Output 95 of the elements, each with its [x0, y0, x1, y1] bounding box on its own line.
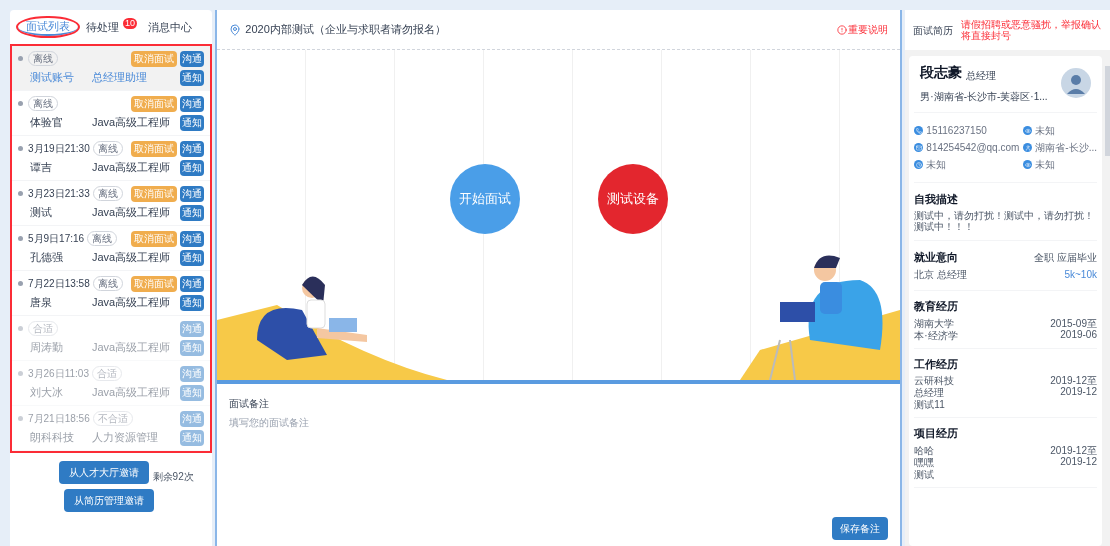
- end-date: 2019-12: [1060, 455, 1097, 467]
- entry-detail: 湖南大学: [914, 317, 956, 329]
- section-title: 项目经历: [914, 426, 960, 441]
- contact-info: 未知: [926, 158, 947, 172]
- section-title: 教育经历: [914, 299, 960, 314]
- section-title: 工作经历: [914, 356, 960, 372]
- position-name: Java高级工程师: [92, 115, 171, 131]
- save-notes-button[interactable]: 保存备注: [832, 517, 889, 540]
- candidate-name: 刘大冰: [30, 385, 64, 401]
- position-name: 总经理助理: [92, 70, 147, 86]
- notes-field[interactable]: 填写您的面试备注: [229, 415, 889, 517]
- end-date: 2019-06: [1060, 328, 1097, 340]
- interview-time: 7月22日13:58: [28, 277, 90, 291]
- entry-detail: 云研科技: [914, 375, 955, 386]
- notify-button[interactable]: 通知: [180, 249, 205, 266]
- contact-info: 814254542@qq.com: [926, 141, 1020, 155]
- position-name: 人力资源管理: [92, 430, 158, 446]
- tab[interactable]: 面试列表: [18, 17, 78, 37]
- chat-button[interactable]: 沟通: [180, 185, 205, 202]
- interview-time: 3月23日21:33: [28, 187, 90, 201]
- test-device-button[interactable]: 测试设备: [597, 164, 668, 234]
- notes-label: 面试备注: [229, 397, 271, 411]
- phone-icon: [914, 126, 924, 135]
- invite-hall-button[interactable]: 从人才大厅邀请: [58, 461, 149, 484]
- warning-text: 请假招聘或恶意骚扰，举报确认将直接封号: [961, 19, 1102, 41]
- entry-detail: 测试11: [914, 399, 946, 410]
- interview-time: 3月19日21:30: [28, 142, 90, 156]
- mail-icon: [914, 143, 924, 152]
- candidate-name: 段志豪: [920, 63, 963, 82]
- start-interview-button[interactable]: 开始面试: [449, 164, 520, 234]
- entry-detail: 哈哈: [914, 444, 935, 456]
- chat-button[interactable]: 沟通: [180, 230, 205, 247]
- candidate-name: 谭吉: [30, 160, 53, 176]
- entry-detail: 测试: [914, 468, 935, 480]
- contact-info: 未知: [1035, 124, 1056, 138]
- job-type: 全职 应届毕业: [1034, 251, 1097, 265]
- avatar-icon: [1061, 68, 1091, 98]
- count-badge: 10: [123, 17, 137, 29]
- position-name: Java高级工程师: [92, 295, 171, 311]
- start-date: 2019-12至: [1050, 375, 1097, 386]
- candidate-name: 朗科科技: [30, 430, 75, 446]
- entry-detail: 总经理: [914, 387, 946, 398]
- notify-button[interactable]: 通知: [180, 294, 205, 311]
- contact-info: 湖南省-长沙...: [1035, 141, 1097, 155]
- tab[interactable]: 消息中心: [144, 18, 197, 36]
- contact-info: 15116237150: [926, 124, 987, 138]
- scrollbar[interactable]: [1105, 66, 1110, 156]
- invite-resume-button[interactable]: 从简历管理邀请: [63, 489, 154, 512]
- user-icon: [1023, 143, 1033, 152]
- candidate-name: 周涛勤: [30, 340, 64, 356]
- notify-button[interactable]: 通知: [180, 69, 205, 86]
- candidate-name: 测试账号: [30, 70, 75, 86]
- eye-icon: [1023, 160, 1033, 169]
- eye-icon: [1023, 126, 1033, 135]
- candidate-role: 总经理: [966, 69, 997, 83]
- chat-button[interactable]: 沟通: [180, 275, 205, 292]
- candidate-name: 孔德强: [30, 250, 64, 266]
- chat-button[interactable]: 沟通: [180, 95, 205, 112]
- warning-icon: [837, 24, 848, 35]
- candidate-name: 体验官: [30, 115, 64, 131]
- position-name: Java高级工程师: [92, 385, 171, 401]
- entry-detail: 嘿嘿: [914, 456, 935, 468]
- notify-button[interactable]: 通知: [180, 114, 205, 131]
- clock-icon: [914, 160, 924, 169]
- chat-button[interactable]: 沟通: [180, 50, 205, 67]
- self-description: 测试中，请勿打扰！测试中，请勿打扰！测试中！！！: [914, 209, 1096, 232]
- tab[interactable]: 待处理: [82, 18, 123, 36]
- job-location: 北京 总经理: [914, 268, 968, 282]
- room-title: 2020内部测试（企业与求职者请勿报名）: [245, 22, 446, 38]
- chat-button[interactable]: 沟通: [180, 140, 205, 157]
- interview-time: 7月21日18:56: [28, 412, 90, 426]
- notice-link[interactable]: 重要说明: [848, 22, 889, 37]
- interview-time: 3月26日11:03: [28, 367, 89, 381]
- position-name: Java高级工程师: [92, 160, 171, 176]
- candidate-name: 测试: [30, 205, 53, 221]
- contact-info: 未知: [1035, 158, 1056, 172]
- position-name: Java高级工程师: [92, 340, 171, 356]
- position-name: Java高级工程师: [92, 205, 171, 221]
- panel-title: 面试简历: [913, 23, 954, 38]
- interview-item[interactable]: 离线 取消面试 沟通 测试账号 总经理助理 通知: [12, 46, 211, 91]
- section-title: 自我描述: [914, 192, 960, 207]
- salary-range: 5k~10k: [1064, 268, 1097, 282]
- start-date: 2015-09至: [1050, 317, 1097, 329]
- candidate-summary: 男·湖南省-长沙市-芙蓉区·1...: [920, 90, 1049, 104]
- location-pin-icon: [229, 23, 242, 36]
- start-date: 2019-12至: [1050, 444, 1097, 456]
- end-date: 2019-12: [1060, 386, 1097, 397]
- notify-button[interactable]: 通知: [180, 204, 205, 221]
- notify-button[interactable]: 通知: [180, 159, 205, 176]
- entry-detail: 本·经济学: [914, 329, 958, 341]
- interview-time: 5月9日17:16: [28, 232, 85, 246]
- remaining-count: 剩余92次: [152, 470, 194, 484]
- position-name: Java高级工程师: [92, 250, 171, 266]
- candidate-name: 唐泉: [30, 295, 53, 311]
- section-title: 就业意向: [914, 249, 959, 265]
